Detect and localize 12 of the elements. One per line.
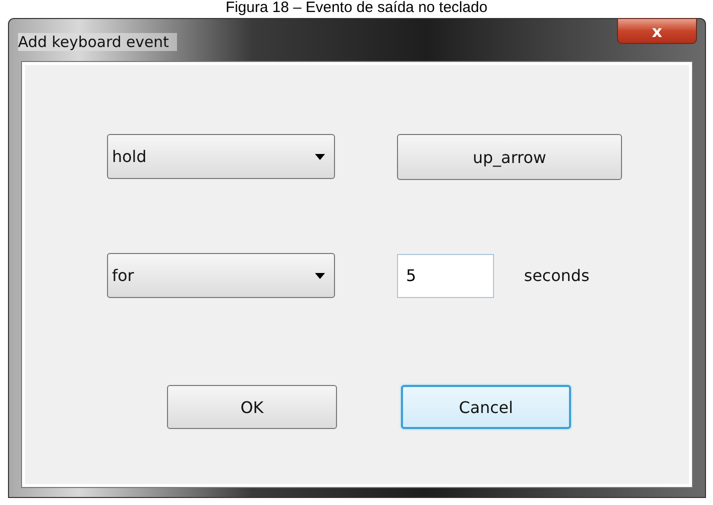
ok-button[interactable]: OK <box>167 385 337 429</box>
action-dropdown[interactable]: hold <box>107 134 335 179</box>
cancel-button[interactable]: Cancel <box>401 385 571 429</box>
duration-field[interactable]: 5 <box>397 254 494 298</box>
figure-caption: Figura 18 – Evento de saída no teclado <box>224 0 488 16</box>
unit-label: seconds <box>524 266 590 285</box>
key-button[interactable]: up_arrow <box>397 134 622 180</box>
window-title: Add keyboard event <box>18 33 177 51</box>
caret-icon <box>315 154 325 160</box>
close-button[interactable]: x <box>617 18 697 44</box>
mode-dropdown[interactable]: for <box>107 253 335 298</box>
caret-icon <box>315 272 325 278</box>
